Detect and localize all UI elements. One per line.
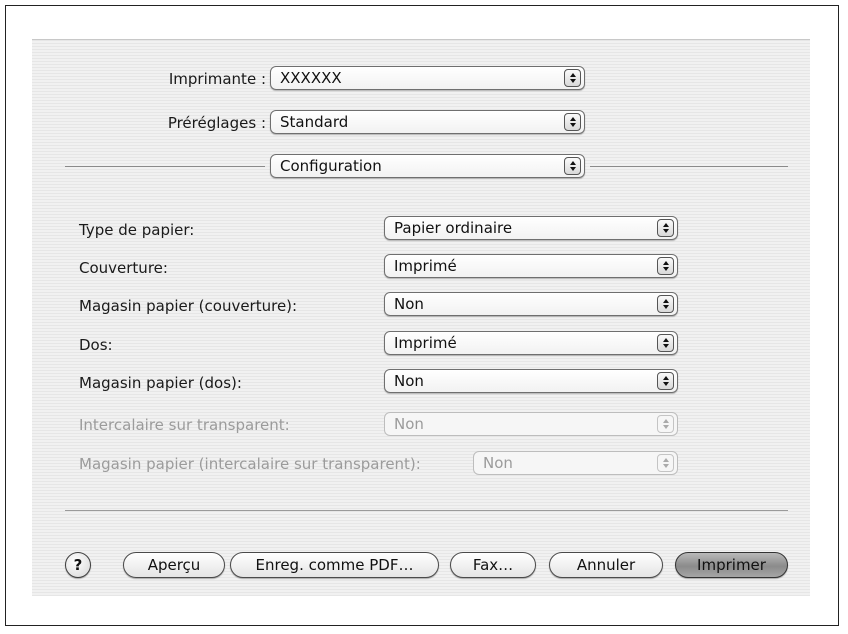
back-tray-value: Non — [394, 372, 424, 390]
cover-value: Imprimé — [394, 257, 457, 275]
printer-label: Imprimante : — [168, 70, 266, 88]
cover-tray-popup[interactable]: Non — [384, 292, 678, 316]
back-label: Dos: — [79, 336, 113, 354]
paper-type-label: Type de papier: — [79, 221, 195, 239]
presets-value: Standard — [280, 113, 349, 131]
back-value: Imprimé — [394, 334, 457, 352]
panel-value: Configuration — [280, 157, 382, 175]
printer-popup[interactable]: XXXXXX — [270, 66, 585, 90]
help-button[interactable]: ? — [65, 552, 91, 578]
printer-value: XXXXXX — [280, 69, 342, 87]
print-dialog: Imprimante : XXXXXX Préréglages : Standa… — [32, 39, 810, 596]
up-down-arrows-icon — [564, 157, 581, 175]
footer-separator — [65, 510, 788, 511]
up-down-arrows-icon — [657, 372, 674, 390]
print-button[interactable]: Imprimer — [675, 552, 788, 578]
presets-label: Préréglages : — [167, 114, 266, 132]
up-down-arrows-icon — [657, 257, 674, 275]
transparency-interleave-popup: Non — [384, 412, 678, 436]
up-down-arrows-icon — [657, 219, 674, 237]
preview-button[interactable]: Aperçu — [123, 552, 225, 578]
cover-tray-label: Magasin papier (couverture): — [79, 297, 298, 315]
transparency-tray-label: Magasin papier (intercalaire sur transpa… — [79, 455, 421, 473]
transparency-tray-value: Non — [483, 454, 513, 472]
paper-type-popup[interactable]: Papier ordinaire — [384, 216, 678, 240]
presets-popup[interactable]: Standard — [270, 110, 585, 134]
up-down-arrows-icon — [657, 295, 674, 313]
up-down-arrows-icon — [564, 113, 581, 131]
paper-type-value: Papier ordinaire — [394, 219, 513, 237]
cover-tray-value: Non — [394, 295, 424, 313]
question-mark-icon: ? — [73, 556, 83, 574]
transparency-interleave-value: Non — [394, 415, 424, 433]
cancel-button[interactable]: Annuler — [549, 552, 663, 578]
panel-popup[interactable]: Configuration — [270, 154, 585, 178]
transparency-tray-popup: Non — [473, 451, 678, 475]
transparency-interleave-label: Intercalaire sur transparent: — [79, 416, 290, 434]
save-as-pdf-button[interactable]: Enreg. comme PDF… — [230, 552, 439, 578]
panel-rule-right — [590, 166, 788, 167]
back-tray-label: Magasin papier (dos): — [79, 374, 242, 392]
up-down-arrows-icon — [564, 69, 581, 87]
back-popup[interactable]: Imprimé — [384, 331, 678, 355]
up-down-arrows-icon — [657, 454, 674, 472]
cover-popup[interactable]: Imprimé — [384, 254, 678, 278]
fax-button[interactable]: Fax… — [450, 552, 536, 578]
cover-label: Couverture: — [79, 259, 168, 277]
back-tray-popup[interactable]: Non — [384, 369, 678, 393]
up-down-arrows-icon — [657, 415, 674, 433]
up-down-arrows-icon — [657, 334, 674, 352]
panel-rule-left — [65, 166, 265, 167]
